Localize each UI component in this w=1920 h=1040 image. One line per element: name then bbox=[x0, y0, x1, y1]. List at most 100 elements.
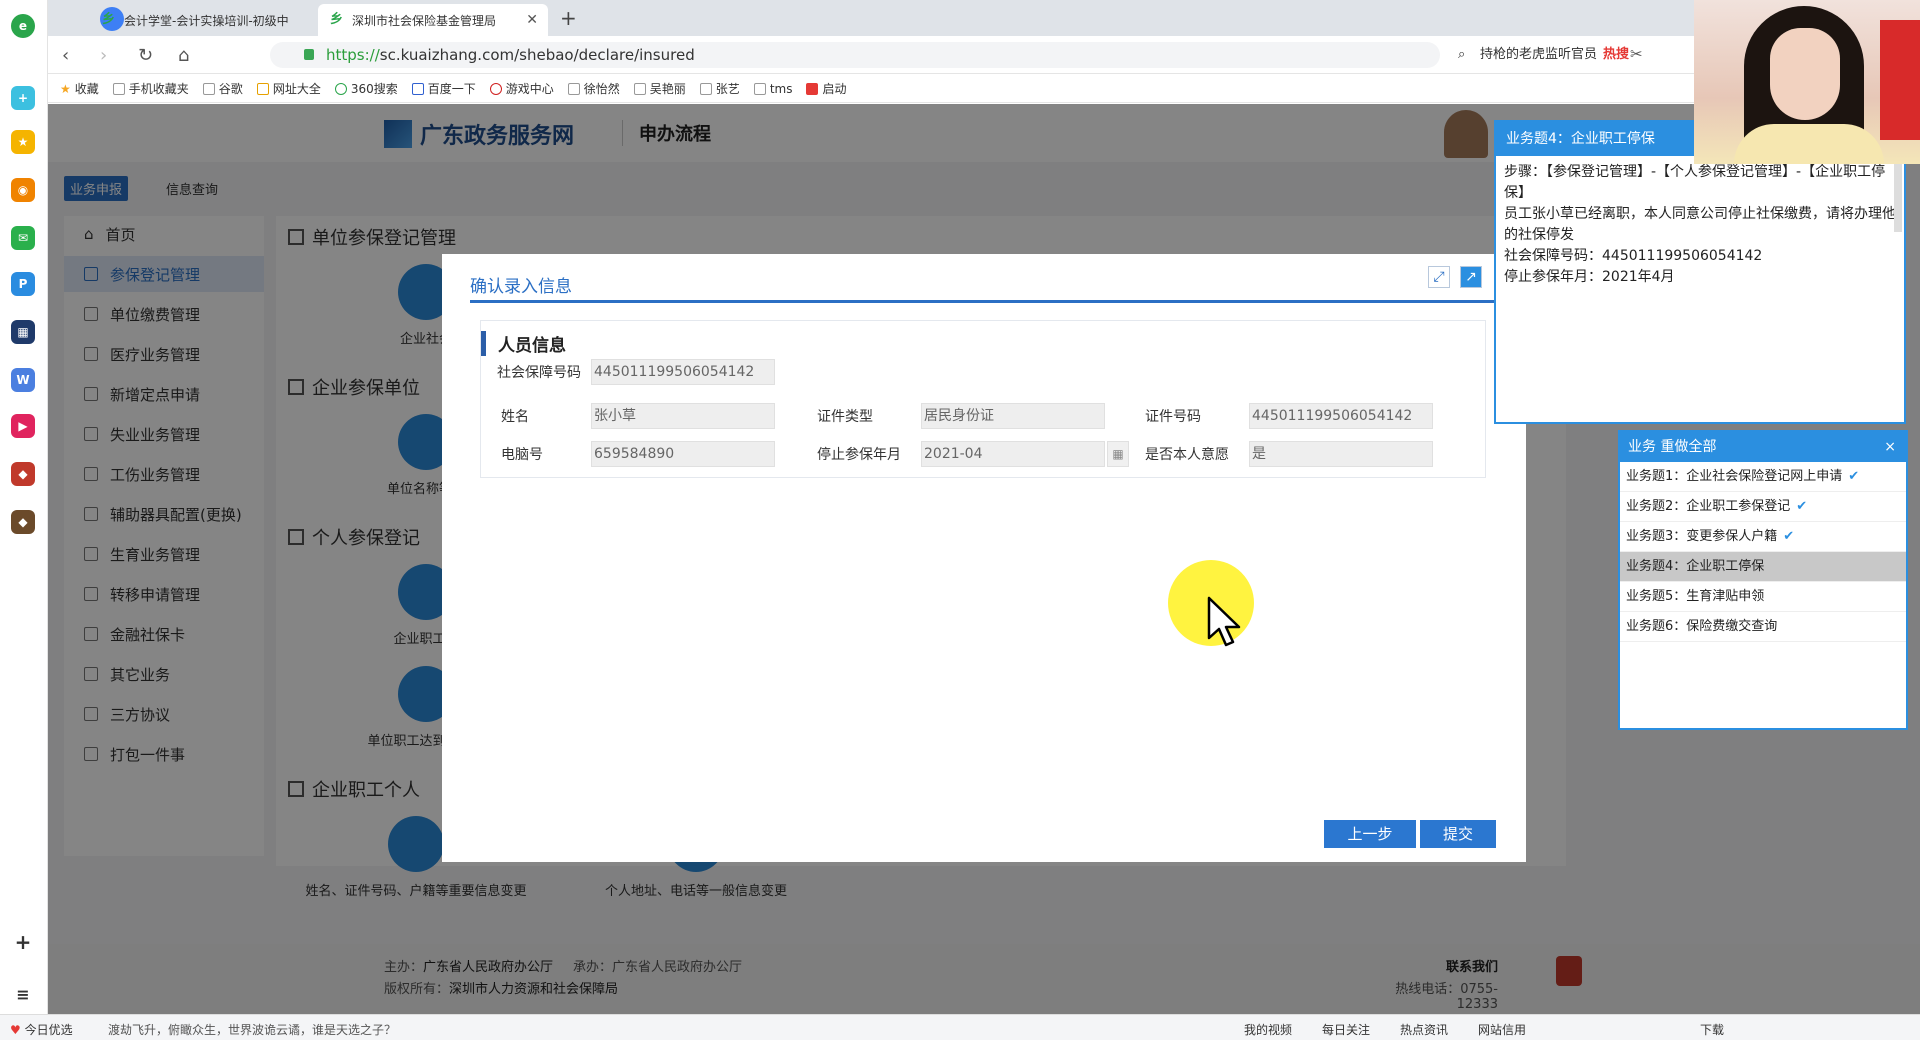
name-field[interactable]: 张小草 bbox=[591, 403, 775, 429]
confirm-dialog: 确认录入信息 ⤢ ↗ ✕ 人员信息 社会保障号码 445011199506054… bbox=[442, 254, 1526, 862]
hot-search-badge: 热搜 bbox=[1603, 47, 1630, 62]
close-icon[interactable]: × bbox=[1884, 432, 1896, 462]
app-icon-p[interactable]: P bbox=[11, 272, 35, 296]
status-bar: ♥ 今日优选 渡劫飞升，俯瞰众生，世界波诡云谲，谁是天选之子？ 我的视频 每日关… bbox=[0, 1014, 1920, 1040]
tab-shebao[interactable]: 乡 深圳市社会保险基金管理局 ✕ bbox=[318, 4, 548, 36]
search-text: 持枪的老虎监听官员 bbox=[1480, 47, 1598, 62]
back-icon[interactable]: ‹ bbox=[62, 45, 69, 66]
popout-icon[interactable]: ↗ bbox=[1460, 266, 1482, 288]
business-panel-header: 业务 重做全部 × bbox=[1620, 432, 1906, 462]
form-row: 姓名 张小草 bbox=[481, 403, 775, 429]
game-center-icon bbox=[489, 82, 502, 95]
list-item[interactable]: 业务题3：变更参保人户籍 ✔ bbox=[1620, 522, 1906, 552]
bookmark-item[interactable]: 360搜索 bbox=[334, 80, 398, 97]
bookmark-item[interactable]: 百度一下 bbox=[411, 80, 476, 97]
submit-button[interactable]: 提交 bbox=[1420, 820, 1496, 848]
mouse-cursor-icon bbox=[1207, 596, 1241, 647]
page-icon bbox=[202, 82, 215, 95]
scissors-icon[interactable]: ✂ bbox=[1630, 45, 1643, 63]
dock-menu-icon[interactable]: ≡ bbox=[11, 982, 35, 1006]
bookmark-item[interactable]: tms bbox=[753, 82, 792, 96]
list-item[interactable]: 业务题6：保险费缴交查询 bbox=[1620, 612, 1906, 642]
page-icon bbox=[633, 82, 646, 95]
add-app-icon[interactable]: + bbox=[11, 86, 35, 110]
url-scheme: https:// bbox=[326, 46, 380, 64]
bookmark-item[interactable]: 张艺 bbox=[699, 80, 740, 97]
url-input[interactable]: https://sc.kuaizhang.com/shebao/declare/… bbox=[270, 42, 1440, 68]
game2-icon[interactable]: ◆ bbox=[11, 510, 35, 534]
form-row: 电脑号 659584890 bbox=[481, 441, 775, 467]
page-icon bbox=[256, 82, 269, 95]
video-icon bbox=[806, 82, 819, 95]
forward-icon[interactable]: › bbox=[100, 45, 107, 66]
bookmark-item[interactable]: 徐怡然 bbox=[567, 80, 620, 97]
business-list-panel: 业务 重做全部 × 业务题1：企业社会保险登记网上申请 ✔ 业务题2：企业职工参保… bbox=[1618, 430, 1908, 730]
home-icon[interactable]: ⌂ bbox=[178, 45, 189, 66]
self-willing-field[interactable]: 是 bbox=[1249, 441, 1433, 467]
task-ssn: 社会保障号码：445011199506054142 bbox=[1504, 248, 1763, 264]
form-row: 是否本人意愿 是 bbox=[1129, 441, 1433, 467]
status-item-download[interactable]: 下载 bbox=[1700, 1021, 1724, 1038]
check-icon: ✔ bbox=[1848, 469, 1860, 484]
list-item[interactable]: 业务题4：企业职工停保 bbox=[1620, 552, 1906, 582]
computer-number-field[interactable]: 659584890 bbox=[591, 441, 775, 467]
status-item-credit[interactable]: 网站信用 bbox=[1478, 1021, 1526, 1038]
close-tab-icon[interactable]: ✕ bbox=[526, 12, 538, 28]
list-item[interactable]: 业务题2：企业职工参保登记 ✔ bbox=[1620, 492, 1906, 522]
browser-logo-icon[interactable]: e bbox=[11, 14, 35, 38]
new-tab-icon[interactable]: + bbox=[560, 6, 577, 30]
bookmark-item[interactable]: 吴艳丽 bbox=[633, 80, 686, 97]
tab-kuaiji[interactable]: 乡 会计学堂-会计实操培训-初级中 bbox=[90, 4, 306, 36]
tab-bar: 乡 会计学堂-会计实操培训-初级中 乡 深圳市社会保险基金管理局 ✕ + bbox=[48, 0, 1920, 36]
page-icon bbox=[753, 82, 766, 95]
task-steps: 步骤：【参保登记管理】-【个人参保登记管理】-【企业职工停保】 bbox=[1504, 164, 1886, 201]
game-icon[interactable]: ◆ bbox=[11, 462, 35, 486]
app-icon-news[interactable]: ▦ bbox=[11, 320, 35, 344]
url-path: sc.kuaizhang.com/shebao/declare/insured bbox=[379, 46, 695, 64]
field-label: 姓名 bbox=[501, 409, 529, 425]
bookmark-item[interactable]: 谷歌 bbox=[202, 80, 243, 97]
status-item-follow[interactable]: 每日关注 bbox=[1322, 1021, 1370, 1038]
app-icon-red[interactable]: ▶ bbox=[11, 414, 35, 438]
calendar-icon[interactable]: ▦ bbox=[1107, 441, 1129, 467]
bookmark-item[interactable]: ★ 收藏 bbox=[60, 80, 99, 97]
scrollbar[interactable] bbox=[1894, 162, 1902, 232]
news-ticker[interactable]: 渡劫飞升，俯瞰众生，世界波诡云谲，谁是天选之子？ bbox=[108, 1021, 396, 1038]
status-item-news[interactable]: 热点资讯 bbox=[1400, 1021, 1448, 1038]
presenter-face bbox=[1770, 28, 1840, 120]
baidu-icon bbox=[411, 82, 424, 95]
doc-icon[interactable]: W bbox=[11, 368, 35, 392]
maximize-icon[interactable]: ⤢ bbox=[1428, 266, 1450, 288]
list-item[interactable]: 业务题1：企业社会保险登记网上申请 ✔ bbox=[1620, 462, 1906, 492]
phone-icon bbox=[112, 82, 125, 95]
id-type-field[interactable]: 居民身份证 bbox=[921, 403, 1105, 429]
field-label: 电脑号 bbox=[501, 447, 543, 463]
bookmark-item[interactable]: 启动 bbox=[806, 80, 846, 97]
prev-button[interactable]: 上一步 bbox=[1324, 820, 1416, 848]
field-label: 停止参保年月 bbox=[817, 447, 901, 463]
lock-icon bbox=[304, 49, 314, 60]
task-panel: 业务题4：企业职工停保 步骤：【参保登记管理】-【个人参保登记管理】-【企业职工… bbox=[1494, 120, 1906, 424]
task-stop: 停止参保年月：2021年4月 bbox=[1504, 269, 1675, 285]
webcam-overlay bbox=[1694, 0, 1920, 164]
bookmark-item[interactable]: 游戏中心 bbox=[489, 80, 554, 97]
refresh-icon[interactable]: ↻ bbox=[138, 45, 153, 66]
address-bar: ‹ › ↻ ⌂ https://sc.kuaizhang.com/shebao/… bbox=[48, 36, 1920, 74]
page-icon bbox=[567, 82, 580, 95]
tab-label: 会计学堂-会计实操培训-初级中 bbox=[124, 13, 289, 28]
id-number-field[interactable]: 445011199506054142 bbox=[1249, 403, 1433, 429]
bookmark-item[interactable]: 手机收藏夹 bbox=[112, 80, 189, 97]
today-pick[interactable]: ♥ 今日优选 bbox=[10, 1021, 73, 1038]
redo-all-button[interactable]: 业务 重做全部 bbox=[1628, 439, 1716, 455]
search-input[interactable]: ⌕ 持枪的老虎监听官员 热搜 bbox=[1450, 42, 1650, 68]
bookmark-item[interactable]: 网址大全 bbox=[256, 80, 321, 97]
dock-add-icon[interactable]: + bbox=[11, 930, 35, 954]
stop-month-field[interactable]: 2021-04 bbox=[921, 441, 1105, 467]
list-item[interactable]: 业务题5：生育津贴申领 bbox=[1620, 582, 1906, 612]
weibo-icon[interactable]: ◉ bbox=[11, 178, 35, 202]
star-app-icon[interactable]: ★ bbox=[11, 130, 35, 154]
ssn-field[interactable]: 445011199506054142 bbox=[591, 359, 775, 385]
status-item-video[interactable]: 我的视频 bbox=[1244, 1021, 1292, 1038]
field-label: 是否本人意愿 bbox=[1145, 447, 1229, 463]
mail-icon[interactable]: ✉ bbox=[11, 226, 35, 250]
